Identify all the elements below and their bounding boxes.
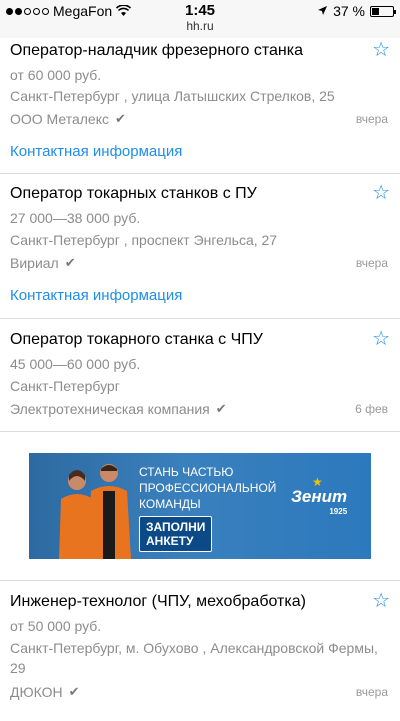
vacancy-salary: от 60 000 руб. bbox=[10, 67, 102, 83]
vacancy-date: 6 фев bbox=[355, 402, 388, 416]
vacancy-date: вчера bbox=[355, 112, 388, 126]
vacancy-title[interactable]: Оператор-наладчик фрезерного станка bbox=[10, 40, 303, 62]
vacancy-address: Санкт-Петербург, м. Обухово , Александро… bbox=[10, 640, 378, 676]
vacancy-salary: от 50 000 руб. bbox=[10, 618, 102, 634]
zenit-logo: Зенит 1925 bbox=[291, 487, 347, 516]
battery-percent: 37 % bbox=[333, 3, 365, 19]
banner-cta-line-2: АНКЕТУ bbox=[146, 534, 194, 548]
vacancy-salary: 45 000—60 000 руб. bbox=[10, 356, 141, 372]
vacancy-company: Вириал ✔ bbox=[10, 253, 76, 273]
vacancy-company: Электротехническая компания ✔ bbox=[10, 399, 227, 419]
company-name: ООО Металекс bbox=[10, 111, 109, 127]
verified-check-icon: ✔ bbox=[68, 684, 80, 699]
address-bar[interactable]: hh.ru bbox=[0, 18, 400, 38]
banner-cta-button[interactable]: ЗАПОЛНИ АНКЕТУ bbox=[139, 516, 213, 552]
contact-info-link[interactable]: Контактная информация bbox=[10, 142, 182, 162]
vacancy-title[interactable]: Оператор токарного станка с ЧПУ bbox=[10, 329, 263, 351]
battery-icon bbox=[370, 5, 396, 17]
vacancy-company: ООО Металекс ✔ bbox=[10, 109, 126, 129]
location-arrow-icon bbox=[317, 3, 328, 19]
status-right: 37 % bbox=[317, 3, 396, 19]
ad-banner-container: СТАНЬ ЧАСТЬЮ ПРОФЕССИОНАЛЬНОЙ КОМАНДЫ ЗА… bbox=[0, 432, 400, 581]
vacancy-title[interactable]: Оператор токарных станков с ПУ bbox=[10, 183, 257, 205]
vacancy-title[interactable]: Инженер-технолог (ЧПУ, мехобработка) bbox=[10, 591, 306, 613]
vacancy-address: Санкт-Петербург , проспект Энгельса, 27 bbox=[10, 232, 278, 248]
vacancy-salary: 27 000—38 000 руб. bbox=[10, 210, 141, 226]
logo-year: 1925 bbox=[329, 507, 348, 516]
ad-banner[interactable]: СТАНЬ ЧАСТЬЮ ПРОФЕССИОНАЛЬНОЙ КОМАНДЫ ЗА… bbox=[29, 453, 371, 559]
verified-check-icon: ✔ bbox=[64, 255, 76, 270]
favorite-star-icon[interactable]: ☆ bbox=[372, 183, 390, 203]
vacancy-list: Оператор-наладчик фрезерного станка ☆ от… bbox=[0, 38, 400, 721]
verified-check-icon: ✔ bbox=[114, 111, 126, 126]
banner-headline: СТАНЬ ЧАСТЬЮ ПРОФЕССИОНАЛЬНОЙ КОМАНДЫ bbox=[139, 464, 276, 512]
vacancy-address: Санкт-Петербург , улица Латышских Стрелк… bbox=[10, 88, 335, 104]
company-name: Электротехническая компания bbox=[10, 401, 210, 417]
vacancy-address: Санкт-Петербург bbox=[10, 378, 120, 394]
vacancy-card[interactable]: Оператор токарных станков с ПУ ☆ 27 000—… bbox=[0, 174, 400, 319]
contact-info-link[interactable]: Контактная информация bbox=[10, 286, 182, 306]
favorite-star-icon[interactable]: ☆ bbox=[372, 591, 390, 611]
banner-line-1: СТАНЬ ЧАСТЬЮ bbox=[139, 465, 234, 479]
vacancy-date: вчера bbox=[355, 256, 388, 270]
vacancy-card[interactable]: Оператор-наладчик фрезерного станка ☆ от… bbox=[0, 38, 400, 174]
banner-cta-line-1: ЗАПОЛНИ bbox=[146, 520, 206, 534]
page-url: hh.ru bbox=[186, 19, 214, 33]
vacancy-card[interactable]: Инженер-технолог (ЧПУ, мехобработка) ☆ о… bbox=[0, 581, 400, 721]
banner-people-image bbox=[59, 464, 131, 559]
vacancy-date: вчера bbox=[355, 685, 388, 699]
vacancy-card[interactable]: Оператор токарного станка с ЧПУ ☆ 45 000… bbox=[0, 319, 400, 432]
verified-check-icon: ✔ bbox=[215, 401, 227, 416]
company-name: Вириал bbox=[10, 255, 59, 271]
logo-text: Зенит bbox=[291, 487, 348, 506]
vacancy-company: ДЮКОН ✔ bbox=[10, 682, 80, 702]
banner-line-3: КОМАНДЫ bbox=[139, 497, 201, 511]
company-name: ДЮКОН bbox=[10, 684, 63, 700]
banner-line-2: ПРОФЕССИОНАЛЬНОЙ bbox=[139, 481, 277, 495]
favorite-star-icon[interactable]: ☆ bbox=[372, 329, 390, 349]
favorite-star-icon[interactable]: ☆ bbox=[372, 40, 390, 60]
